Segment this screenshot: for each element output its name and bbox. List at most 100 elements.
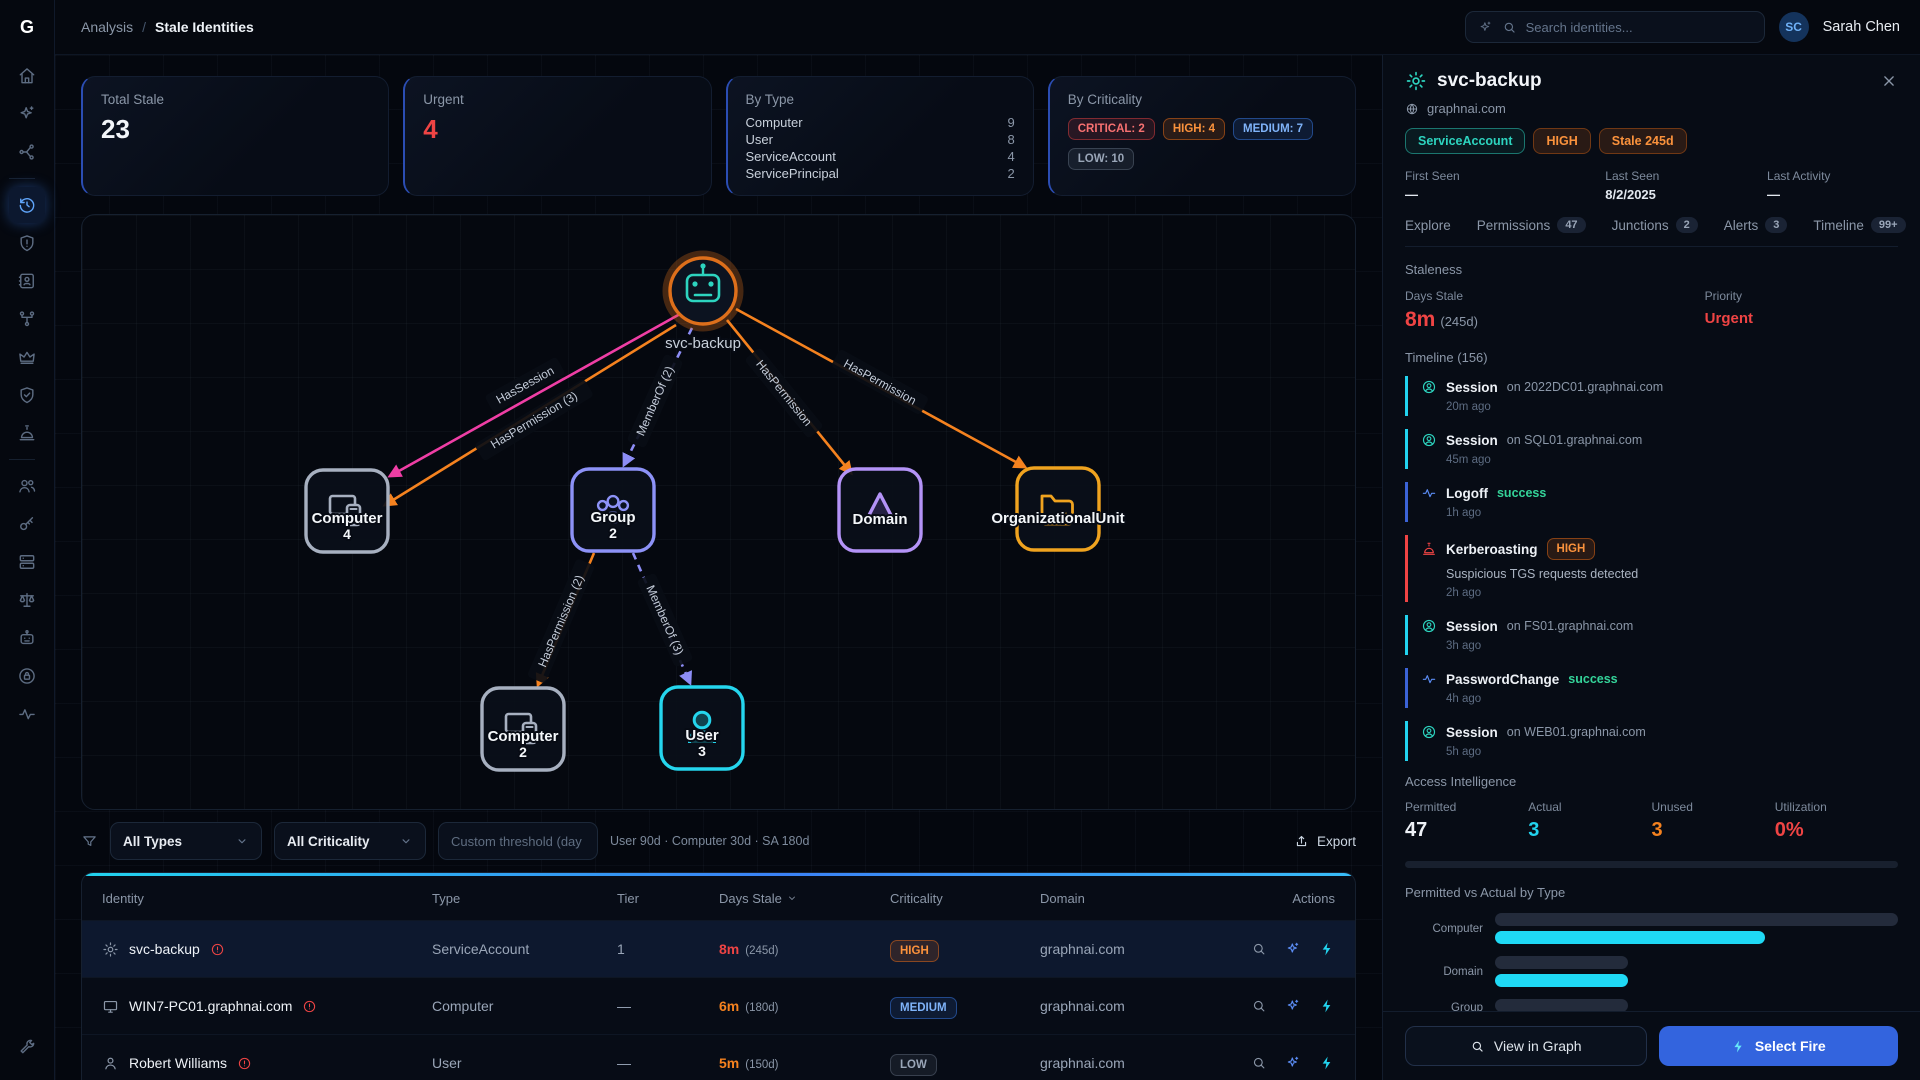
- sidebar-item-server[interactable]: [9, 544, 45, 580]
- table-row-svc-backup[interactable]: svc-backupServiceAccount18m(245d)HIGHgra…: [82, 920, 1355, 977]
- inspect-action-icon[interactable]: [1251, 1055, 1267, 1071]
- sidebar-item-tools[interactable]: [9, 1030, 45, 1066]
- close-icon[interactable]: [1880, 72, 1898, 90]
- identity-graph-canvas[interactable]: HasSessionHasPermission (3)MemberOf (2)H…: [81, 214, 1356, 810]
- timeline-item-session[interactable]: Sessionon FS01.graphnai.com3h ago: [1405, 615, 1898, 655]
- type-filter-select[interactable]: All Types: [110, 822, 262, 860]
- stats-row: Total Stale 23 Urgent 4 By Type Computer…: [81, 76, 1356, 196]
- table-header-identity[interactable]: Identity: [102, 891, 432, 906]
- view-in-graph-button[interactable]: View in Graph: [1405, 1026, 1647, 1066]
- sparkles-icon: [1285, 941, 1301, 957]
- sidebar-item-crown[interactable]: [9, 339, 45, 375]
- sidebar-item-lock-circle[interactable]: [9, 658, 45, 694]
- sparkles-icon: [17, 104, 37, 124]
- sidebar-item-id-card[interactable]: [9, 263, 45, 299]
- table-header-criticality[interactable]: Criticality: [890, 891, 1040, 906]
- sidebar-item-robot[interactable]: [9, 620, 45, 656]
- sidebar-item-key[interactable]: [9, 506, 45, 542]
- svg-text:HasPermission: HasPermission: [753, 357, 815, 429]
- breadcrumb-section[interactable]: Analysis: [81, 19, 133, 35]
- ai-action-icon[interactable]: [1285, 941, 1301, 957]
- sidebar-divider: [9, 178, 35, 179]
- sidebar-divider: [9, 459, 35, 460]
- panel-meta-item: Last Seen8/2/2025: [1605, 169, 1767, 202]
- server-icon: [17, 552, 37, 572]
- sidebar-item-network[interactable]: [9, 134, 45, 170]
- graph-node-group-2[interactable]: Group2: [572, 469, 654, 551]
- tab-junctions[interactable]: Junctions2: [1612, 217, 1698, 233]
- activity-icon: [1421, 485, 1437, 501]
- timeline-item-passwordchange[interactable]: PasswordChangesuccess4h ago: [1405, 668, 1898, 708]
- search-input[interactable]: [1526, 20, 1752, 35]
- permitted-vs-actual-chart: ComputerDomainGroup: [1405, 913, 1898, 1011]
- global-search[interactable]: [1465, 11, 1765, 43]
- priority-value: Urgent: [1705, 310, 1898, 327]
- graph-node-computer-4[interactable]: Computer4: [306, 470, 388, 552]
- shield-alert-icon: [17, 233, 37, 253]
- table-row-robert-williams[interactable]: Robert WilliamsUser—5m(150d)LOWgraphnai.…: [82, 1034, 1355, 1080]
- tab-explore[interactable]: Explore: [1405, 218, 1451, 233]
- by-type-rows: Computer9User8ServiceAccount4ServicePrin…: [746, 114, 1015, 182]
- tab-alerts[interactable]: Alerts3: [1724, 217, 1788, 233]
- table-header-actions[interactable]: Actions: [1230, 891, 1335, 906]
- inspect-action-icon[interactable]: [1251, 941, 1267, 957]
- panel-badge: HIGH: [1533, 128, 1590, 154]
- sidebar-item-alarm[interactable]: [9, 415, 45, 451]
- quick-action-icon[interactable]: [1319, 1055, 1335, 1071]
- quick-action-icon[interactable]: [1319, 998, 1335, 1014]
- robot-icon: [17, 628, 37, 648]
- inspect-action-icon[interactable]: [1251, 998, 1267, 1014]
- sidebar-item-users[interactable]: [9, 468, 45, 504]
- timeline-item-session[interactable]: Sessionon WEB01.graphnai.com5h ago: [1405, 721, 1898, 761]
- ai-sparkle-icon: [1478, 20, 1493, 35]
- table-header-days-stale[interactable]: Days Stale: [719, 891, 890, 906]
- timeline-item-logoff[interactable]: Logoffsuccess1h ago: [1405, 482, 1898, 522]
- graph-node-organizational-unit[interactable]: OrganizationalUnit: [991, 468, 1124, 550]
- type-cell: ServiceAccount: [432, 941, 617, 957]
- tab-timeline[interactable]: Timeline99+: [1813, 217, 1905, 233]
- table-header-type[interactable]: Type: [432, 891, 617, 906]
- select-fire-button[interactable]: Select Fire: [1659, 1026, 1899, 1066]
- export-button[interactable]: Export: [1294, 834, 1356, 849]
- monitor-icon: [102, 998, 119, 1015]
- svg-text:MemberOf (2): MemberOf (2): [633, 364, 676, 438]
- service-account-icon: [1405, 70, 1427, 92]
- sidebar-item-sparkles[interactable]: [9, 96, 45, 132]
- sidebar-item-history[interactable]: [9, 187, 45, 223]
- lightning-icon: [1731, 1039, 1746, 1054]
- timeline-item-kerberoasting[interactable]: KerberoastingHIGHSuspicious TGS requests…: [1405, 535, 1898, 602]
- criticality-filter-value: All Criticality: [287, 834, 370, 849]
- sidebar-item-shield-alert[interactable]: [9, 225, 45, 261]
- panel-domain: graphnai.com: [1405, 101, 1898, 116]
- access-section-label: Access Intelligence: [1405, 774, 1898, 789]
- table-header-tier[interactable]: Tier: [617, 891, 719, 906]
- timeline-item-session[interactable]: Sessionon SQL01.graphnai.com45m ago: [1405, 429, 1898, 469]
- graph-node-domain[interactable]: Domain: [839, 469, 921, 551]
- criticality-filter-select[interactable]: All Criticality: [274, 822, 426, 860]
- graph-node-computer-2[interactable]: Computer2: [482, 688, 564, 770]
- graph-node-svc-backup[interactable]: svc-backup: [665, 254, 741, 352]
- table-row-win7-pc01-graphnai-com[interactable]: WIN7-PC01.graphnai.comComputer—6m(180d)M…: [82, 977, 1355, 1034]
- ai-action-icon[interactable]: [1285, 1055, 1301, 1071]
- search-icon: [1251, 998, 1267, 1014]
- sidebar-item-activity[interactable]: [9, 696, 45, 732]
- panel-tabs: ExplorePermissions47Junctions2Alerts3Tim…: [1405, 217, 1898, 247]
- stat-card-by-type: By Type Computer9User8ServiceAccount4Ser…: [726, 76, 1034, 196]
- tab-permissions[interactable]: Permissions47: [1477, 217, 1586, 233]
- sidebar-item-hierarchy[interactable]: [9, 301, 45, 337]
- timeline-item-session[interactable]: Sessionon 2022DC01.graphnai.com20m ago: [1405, 376, 1898, 416]
- sidebar-nav: [9, 56, 45, 734]
- tier-cell: —: [617, 998, 719, 1014]
- filter-icon: [81, 833, 98, 850]
- identity-name: WIN7-PC01.graphnai.com: [129, 998, 292, 1014]
- quick-action-icon[interactable]: [1319, 941, 1335, 957]
- graph-node-user-3[interactable]: User3: [661, 687, 743, 769]
- sidebar-item-scales[interactable]: [9, 582, 45, 618]
- table-header-domain[interactable]: Domain: [1040, 891, 1230, 906]
- ai-action-icon[interactable]: [1285, 998, 1301, 1014]
- sidebar-item-shield-check[interactable]: [9, 377, 45, 413]
- table-body: svc-backupServiceAccount18m(245d)HIGHgra…: [82, 920, 1355, 1080]
- custom-threshold-input[interactable]: [438, 822, 598, 860]
- sidebar-item-home[interactable]: [9, 58, 45, 94]
- avatar[interactable]: SC: [1779, 12, 1809, 42]
